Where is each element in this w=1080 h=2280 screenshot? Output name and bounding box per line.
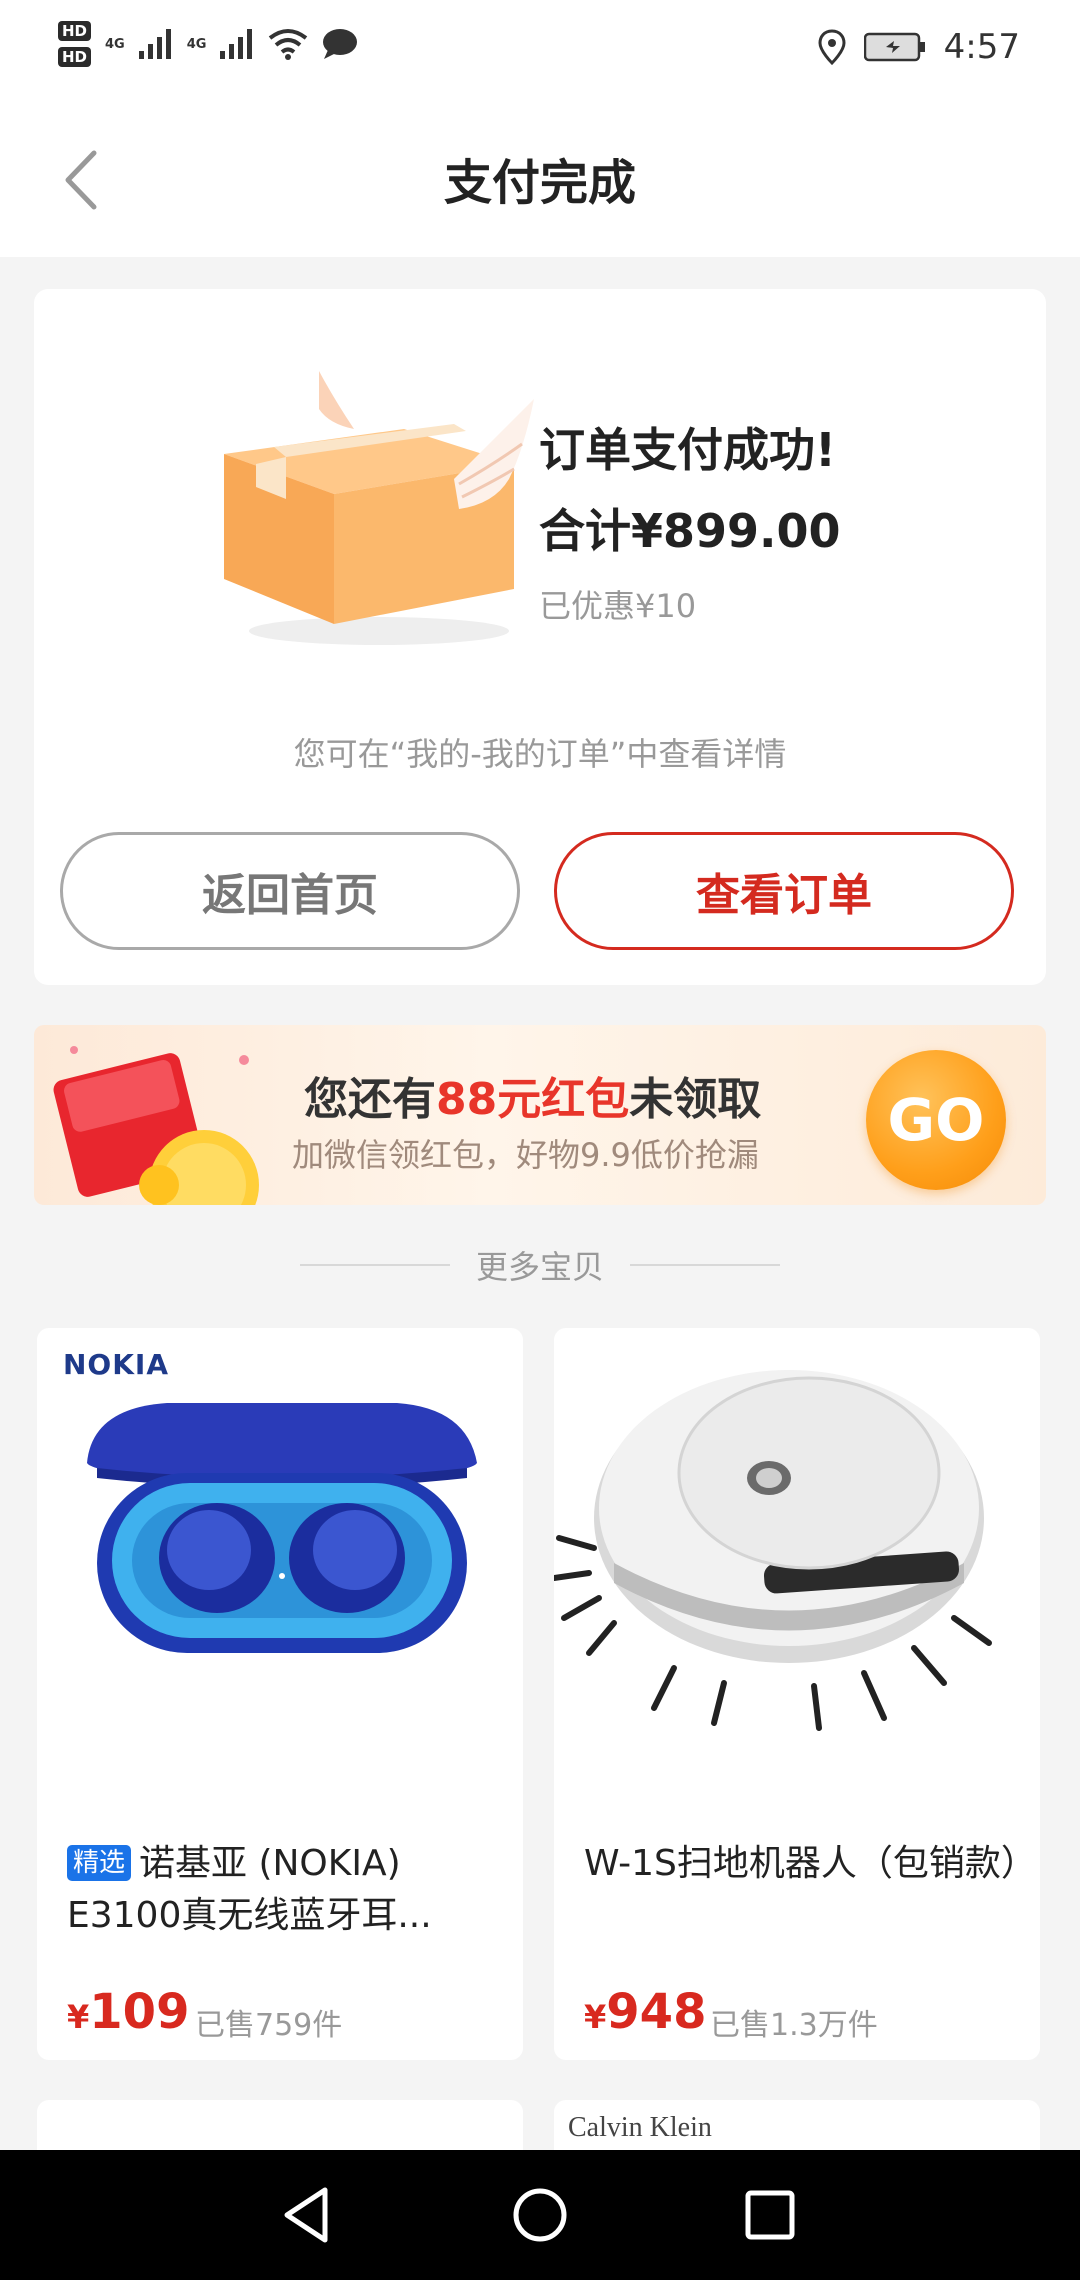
red-packet-banner[interactable]: 您还有88元红包未领取 加微信领红包，好物9.9低价抢漏 GO xyxy=(34,1025,1046,1205)
product-title: W-1S扫地机器人（包销款） xyxy=(584,1843,1024,1884)
nav-back-icon[interactable] xyxy=(275,2180,345,2250)
order-total: 合计¥899.00 xyxy=(539,504,841,558)
signal-icon xyxy=(138,29,171,59)
payment-success-card: 订单支付成功! 合计¥899.00 已优惠¥10 您可在“我的-我的订单”中查看… xyxy=(34,289,1046,985)
banner-headline-prefix: 您还有 xyxy=(304,1074,436,1125)
red-packet-illustration xyxy=(53,1046,259,1205)
battery-icon xyxy=(863,32,925,62)
product-price: ¥948 xyxy=(584,1984,706,2040)
currency-symbol: ¥ xyxy=(584,1998,607,2036)
price-value: 109 xyxy=(89,1984,190,2040)
price-value: 948 xyxy=(606,1984,707,2040)
featured-tag: 精选 xyxy=(67,1845,132,1881)
network-label-1: 4G xyxy=(105,36,125,52)
success-title: 订单支付成功! xyxy=(539,423,836,477)
nav-recent-icon[interactable] xyxy=(735,2180,805,2250)
product-card[interactable]: NOKIA 精选 诺基亚 (NOKIA) E3100真无线蓝牙耳... ¥109 … xyxy=(37,1328,523,2060)
banner-headline: 您还有88元红包未领取 xyxy=(304,1063,761,1127)
clock: 4:57 xyxy=(943,27,1020,67)
product-title: 精选 诺基亚 (NOKIA) E3100真无线蓝牙耳... xyxy=(67,1838,507,1942)
nav-home-icon[interactable] xyxy=(505,2180,575,2250)
product-price: ¥109 xyxy=(67,1984,189,2040)
status-right: 4:57 xyxy=(818,22,1020,72)
hd1-badge: HD xyxy=(58,21,92,41)
discount-text: 已优惠¥10 xyxy=(539,587,697,625)
sim-badges: HD HD xyxy=(58,21,92,67)
banner-highlight: 88元红包 xyxy=(436,1074,630,1125)
location-icon xyxy=(818,29,846,65)
product-image-earbuds xyxy=(87,1403,477,1653)
delivery-box-illustration xyxy=(224,371,534,645)
header-bar: 支付完成 xyxy=(0,95,1080,257)
wifi-icon xyxy=(269,29,308,60)
more-items-label: 更多宝贝 xyxy=(475,1248,604,1286)
banner-headline-suffix: 未领取 xyxy=(629,1074,762,1125)
hd2-badge: HD xyxy=(58,47,92,67)
signal-icon xyxy=(220,29,253,59)
product-image-robot-vacuum xyxy=(554,1370,992,1731)
divider-line xyxy=(630,1264,780,1266)
network-label-2: 4G xyxy=(186,36,207,52)
back-home-button[interactable]: 返回首页 xyxy=(60,832,520,950)
status-bar: HD HD 4G 4G 4:57 xyxy=(0,0,1080,95)
banner-subtitle: 加微信领红包，好物9.9低价抢漏 xyxy=(292,1136,759,1174)
more-items-divider: 更多宝贝 xyxy=(0,1240,1080,1290)
sold-count: 已售759件 xyxy=(195,2008,343,2043)
sold-count: 已售1.3万件 xyxy=(710,2008,878,2043)
view-order-button[interactable]: 查看订单 xyxy=(554,832,1014,950)
brand-logo: Calvin Klein xyxy=(568,2112,712,2143)
currency-symbol: ¥ xyxy=(67,1998,90,2036)
page-title: 支付完成 xyxy=(443,155,636,211)
navigation-bar xyxy=(0,2150,1080,2280)
status-left: HD HD 4G 4G xyxy=(58,14,358,74)
go-button[interactable]: GO xyxy=(866,1050,1006,1190)
message-icon xyxy=(323,29,358,59)
divider-line xyxy=(299,1264,450,1266)
product-card[interactable]: W-1S扫地机器人（包销款） ¥948 已售1.3万件 xyxy=(554,1328,1040,2060)
order-hint: 您可在“我的-我的订单”中查看详情 xyxy=(293,735,787,773)
